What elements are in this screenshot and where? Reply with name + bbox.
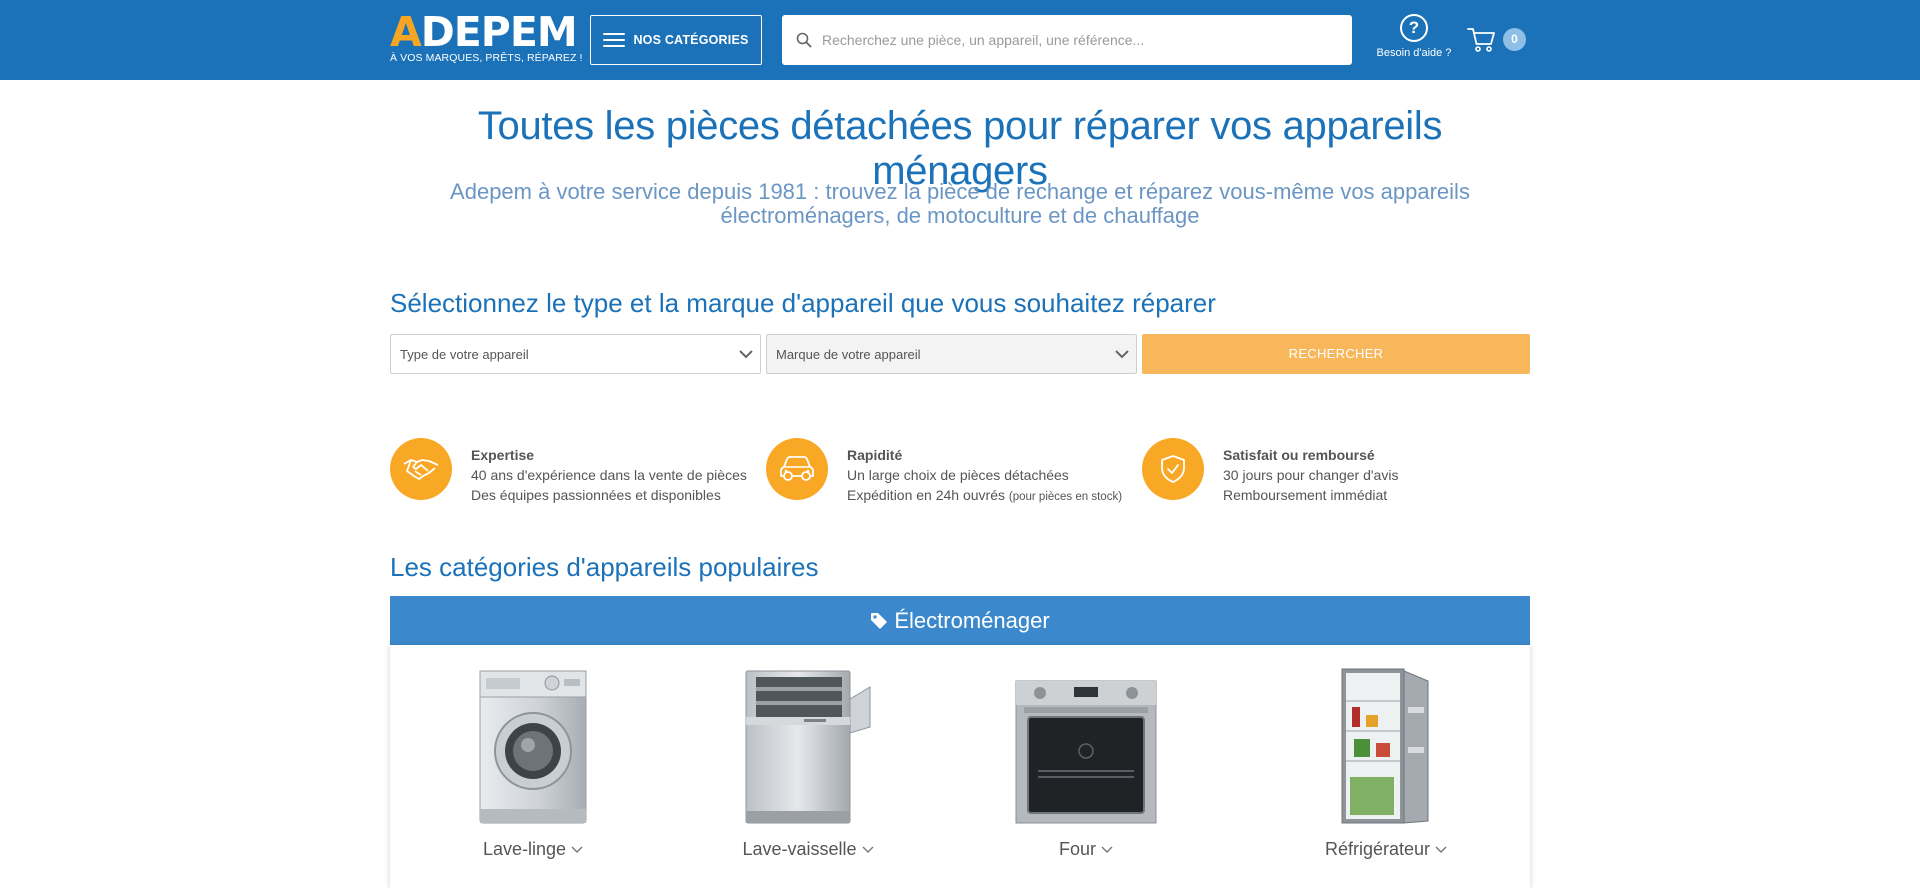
tag-icon (871, 612, 888, 629)
appliance-brand-select[interactable]: Marque de votre appareil (766, 334, 1137, 374)
chevron-down-icon (1115, 350, 1129, 359)
category-panel-title: Électroménager (894, 607, 1050, 633)
feature-title: Expertise (471, 447, 535, 463)
delivery-car-icon (766, 438, 828, 500)
feature-line: Remboursement immédiat (1223, 487, 1388, 503)
category-refrigerateur[interactable]: Réfrigérateur (1286, 665, 1486, 860)
category-lave-linge[interactable]: Lave-linge (433, 665, 633, 860)
cart-count-badge: 0 (1503, 28, 1526, 51)
category-label: Réfrigérateur (1324, 839, 1431, 859)
chevron-down-icon (862, 846, 874, 853)
feature-line: Expédition en 24h ouvrés (847, 487, 1005, 503)
hamburger-icon (603, 33, 626, 47)
category-lave-vaisselle[interactable]: Lave-vaisselle (708, 665, 908, 860)
feature-line: Un large choix de pièces détachées (847, 467, 1069, 483)
feature-satisfait: Satisfait ou remboursé 30 jours pour cha… (1142, 438, 1512, 504)
popular-categories-title: Les catégories d'appareils populaires (390, 552, 819, 582)
category-label: Lave-linge (482, 839, 567, 859)
appliance-brand-value: Marque de votre appareil (776, 346, 921, 362)
question-icon: ? (1400, 14, 1428, 42)
chevron-down-icon (739, 350, 753, 359)
feature-expertise: Expertise 40 ans d'expérience dans la ve… (390, 438, 760, 504)
washing-machine-image (479, 670, 587, 824)
categories-menu-label: NOS CATÉGORIES (633, 33, 749, 47)
dishwasher-image (745, 670, 871, 824)
handshake-icon (390, 438, 452, 500)
appliance-type-select[interactable]: Type de votre appareil (390, 334, 761, 374)
category-label: Lave-vaisselle (742, 839, 857, 859)
site-logo[interactable]: ADEPEM À VOS MARQUES, PRÊTS, RÉPAREZ ! (390, 8, 583, 65)
category-label: Four (1058, 839, 1096, 859)
help-link[interactable]: ? Besoin d'aide ? (1374, 14, 1454, 66)
cart-icon (1467, 28, 1495, 52)
categories-menu-button[interactable]: NOS CATÉGORIES (590, 15, 762, 65)
help-label: Besoin d'aide ? (1376, 47, 1452, 59)
cart-button[interactable]: 0 (1463, 22, 1527, 58)
feature-title: Satisfait ou remboursé (1223, 447, 1375, 463)
feature-rapidite: Rapidité Un large choix de pièces détach… (766, 438, 1136, 504)
top-header: ADEPEM À VOS MARQUES, PRÊTS, RÉPAREZ ! N… (0, 0, 1920, 80)
refrigerator-image (1341, 668, 1429, 824)
category-panel-header[interactable]: Électroménager (390, 596, 1530, 645)
chevron-down-icon (1435, 846, 1447, 853)
appliance-type-value: Type de votre appareil (400, 346, 529, 362)
oven-image (1015, 680, 1157, 824)
chevron-down-icon (571, 846, 583, 853)
feature-title: Rapidité (847, 447, 903, 463)
feature-line: Des équipes passionnées et disponibles (471, 487, 721, 503)
logo-tagline: À VOS MARQUES, PRÊTS, RÉPAREZ ! (390, 52, 583, 64)
logo-wordmark: ADEPEM (390, 8, 578, 56)
category-four[interactable]: Four (986, 665, 1186, 860)
feature-note: (pour pièces en stock) (1008, 491, 1123, 503)
search-bar (782, 15, 1352, 65)
search-icon (796, 32, 812, 48)
page-subtitle: Adepem à votre service depuis 1981 : tro… (450, 179, 1470, 228)
shield-check-icon (1142, 438, 1204, 500)
search-appliance-button[interactable]: RECHERCHER (1142, 334, 1530, 374)
selector-title: Sélectionnez le type et la marque d'appa… (390, 288, 1216, 318)
feature-line: 40 ans d'expérience dans la vente de piè… (471, 467, 747, 483)
feature-line: 30 jours pour changer d'avis (1223, 467, 1399, 483)
search-input[interactable] (822, 32, 1322, 48)
chevron-down-icon (1101, 846, 1113, 853)
